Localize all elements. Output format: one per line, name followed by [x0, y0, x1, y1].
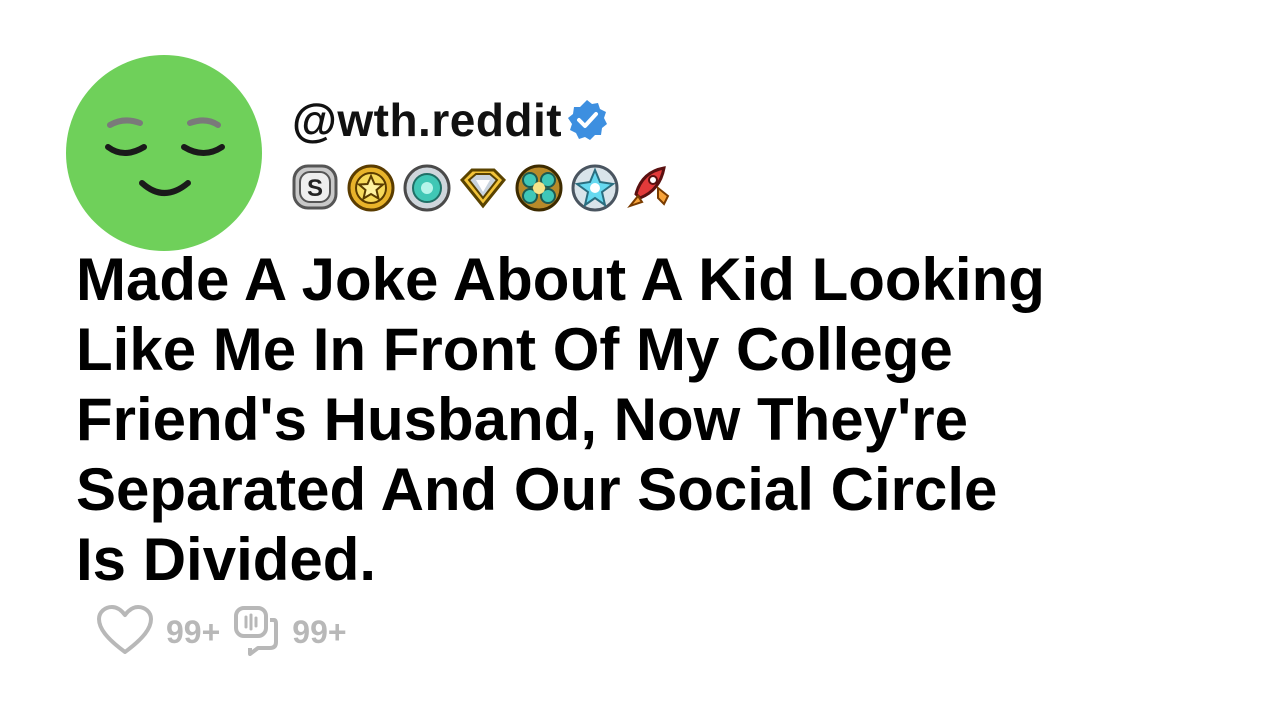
- cluster-badge-icon: [512, 158, 566, 214]
- username[interactable]: @wth.reddit: [292, 97, 562, 143]
- rocket-badge-icon: [624, 158, 678, 214]
- diamond-badge-icon: [456, 158, 510, 214]
- post-stats: 99+ 99+: [96, 604, 359, 660]
- badge-row: S: [288, 158, 678, 214]
- star-badge-icon: [344, 158, 398, 214]
- post-title-line: Is Divided.: [76, 526, 377, 593]
- comment-icon[interactable]: [232, 604, 280, 661]
- s-badge-icon: S: [288, 158, 342, 214]
- svg-text:S: S: [307, 175, 323, 202]
- verified-check-icon: [564, 97, 610, 143]
- smiling-face-avatar-icon: [66, 55, 262, 251]
- like-count: 99+: [166, 613, 221, 650]
- post-title: Made A Joke About A Kid Looking Like Me …: [76, 245, 1226, 595]
- crystal-badge-icon: [568, 158, 622, 214]
- comment-count: 99+: [292, 613, 347, 650]
- gem-badge-icon: [400, 158, 454, 214]
- post-title-line: Like Me In Front Of My College: [76, 316, 953, 383]
- post-title-line: Friend's Husband, Now They're: [76, 386, 969, 453]
- post-title-line: Separated And Our Social Circle: [76, 456, 998, 523]
- heart-icon[interactable]: [96, 604, 154, 661]
- avatar[interactable]: [66, 55, 262, 251]
- username-row: @wth.reddit: [292, 90, 610, 150]
- post-title-line: Made A Joke About A Kid Looking: [76, 246, 1045, 313]
